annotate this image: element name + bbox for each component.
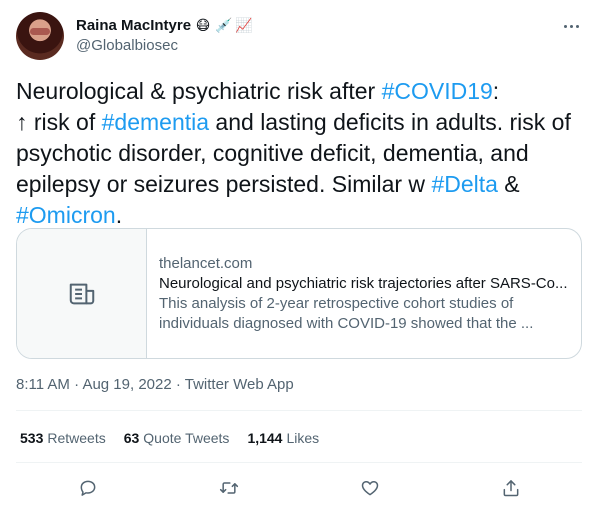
like-icon[interactable] bbox=[358, 476, 382, 500]
card-description: This analysis of 2-year retrospective co… bbox=[159, 294, 534, 332]
chart-emoji-icon: 📈 bbox=[235, 16, 253, 33]
tweet-meta: 8:11 AM · Aug 19, 2022 · Twitter Web App bbox=[16, 376, 294, 393]
hashtag-dementia-link[interactable]: #dementia bbox=[102, 109, 209, 135]
more-options-icon[interactable] bbox=[560, 16, 582, 36]
mask-emoji-icon: 😷 bbox=[195, 16, 211, 33]
likes-count: 1,144 bbox=[247, 430, 283, 446]
author-block: Raina MacIntyre 😷 💉 📈 @Globalbiosec bbox=[76, 14, 253, 55]
card-domain: thelancet.com bbox=[159, 254, 253, 272]
user-handle[interactable]: @Globalbiosec bbox=[76, 37, 251, 54]
link-card[interactable]: thelancet.com Neurological and psychiatr… bbox=[16, 228, 582, 359]
share-icon[interactable] bbox=[499, 476, 523, 500]
tweet-text-segment: . bbox=[115, 202, 123, 228]
likes-label: Likes bbox=[286, 430, 320, 446]
tweet-header: Raina MacIntyre 😷 💉 📈 @Globalbiosec bbox=[16, 12, 582, 60]
divider bbox=[16, 410, 582, 411]
retweets-label: Retweets bbox=[47, 430, 106, 446]
retweets-stat[interactable]: 533 Retweets bbox=[20, 430, 106, 446]
retweet-icon[interactable] bbox=[217, 476, 241, 500]
action-bar bbox=[16, 472, 582, 504]
tweet-date[interactable]: Aug 19, 2022 bbox=[82, 376, 171, 393]
tweet-text-segment: ↑ risk of bbox=[16, 109, 102, 135]
name-line: Raina MacIntyre 😷 💉 📈 bbox=[76, 14, 253, 36]
hashtag-delta-link[interactable]: #Delta bbox=[431, 171, 497, 197]
meta-separator: · bbox=[171, 376, 185, 393]
quotes-stat[interactable]: 63 Quote Tweets bbox=[124, 430, 230, 446]
hashtag-omicron-link[interactable]: #Omicron bbox=[16, 202, 116, 228]
avatar[interactable] bbox=[16, 12, 64, 60]
tweet-text-segment: : bbox=[492, 78, 500, 104]
engagement-stats: 533 Retweets 63 Quote Tweets 1,144 Likes bbox=[20, 430, 337, 446]
reply-icon[interactable] bbox=[76, 476, 100, 500]
card-thumbnail bbox=[17, 229, 147, 358]
tweet-time[interactable]: 8:11 AM bbox=[16, 376, 70, 393]
card-title[interactable]: Neurological and psychiatric risk trajec… bbox=[159, 274, 569, 294]
tweet-text-segment: Neurological & psychiatric risk after bbox=[16, 78, 382, 104]
divider bbox=[16, 462, 582, 463]
syringe-emoji-icon: 💉 bbox=[215, 16, 233, 33]
hashtag-covid19-link[interactable]: #COVID19 bbox=[382, 78, 493, 104]
quotes-count: 63 bbox=[123, 430, 140, 446]
meta-separator: · bbox=[69, 376, 83, 393]
quotes-label: Quote Tweets bbox=[143, 430, 230, 446]
tweet-text: Neurological & psychiatric risk after #C… bbox=[16, 76, 586, 231]
document-icon bbox=[69, 283, 94, 304]
tweet-source[interactable]: Twitter Web App bbox=[185, 376, 294, 393]
card-body: thelancet.com Neurological and psychiatr… bbox=[147, 229, 581, 358]
likes-stat[interactable]: 1,144 Likes bbox=[247, 430, 319, 446]
tweet-text-segment: & bbox=[497, 171, 520, 197]
retweets-count: 533 bbox=[20, 430, 44, 446]
display-name[interactable]: Raina MacIntyre bbox=[76, 17, 191, 34]
